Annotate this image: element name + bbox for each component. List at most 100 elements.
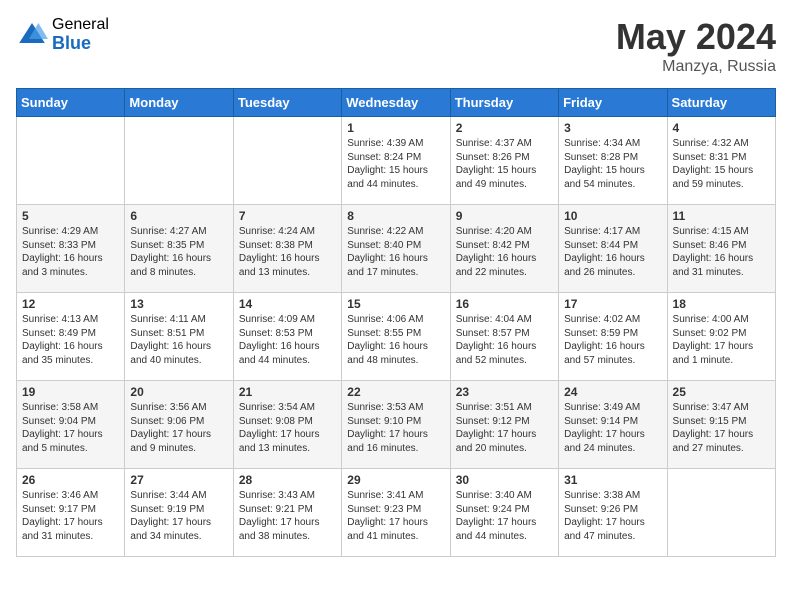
cell-sun-info: Sunrise: 4:13 AM Sunset: 8:49 PM Dayligh… bbox=[22, 313, 119, 367]
cell-sun-info: Sunrise: 4:11 AM Sunset: 8:51 PM Dayligh… bbox=[130, 313, 227, 367]
calendar-cell: 31 Sunrise: 3:38 AM Sunset: 9:26 PM Dayli… bbox=[559, 469, 667, 557]
cell-sun-info: Sunrise: 4:20 AM Sunset: 8:42 PM Dayligh… bbox=[456, 225, 553, 279]
cell-sun-info: Sunrise: 3:38 AM Sunset: 9:26 PM Dayligh… bbox=[564, 489, 661, 543]
cell-sun-info: Sunrise: 3:51 AM Sunset: 9:12 PM Dayligh… bbox=[456, 401, 553, 455]
cell-day-number: 14 bbox=[239, 297, 336, 311]
cell-day-number: 6 bbox=[130, 209, 227, 223]
cell-sun-info: Sunrise: 4:09 AM Sunset: 8:53 PM Dayligh… bbox=[239, 313, 336, 367]
cell-day-number: 16 bbox=[456, 297, 553, 311]
cell-sun-info: Sunrise: 3:54 AM Sunset: 9:08 PM Dayligh… bbox=[239, 401, 336, 455]
title-block: May 2024 Manzya, Russia bbox=[616, 16, 776, 76]
calendar-cell bbox=[233, 117, 341, 205]
cell-sun-info: Sunrise: 4:17 AM Sunset: 8:44 PM Dayligh… bbox=[564, 225, 661, 279]
cell-day-number: 1 bbox=[347, 121, 444, 135]
cell-day-number: 10 bbox=[564, 209, 661, 223]
calendar-cell bbox=[667, 469, 775, 557]
cell-sun-info: Sunrise: 4:00 AM Sunset: 9:02 PM Dayligh… bbox=[673, 313, 770, 367]
cell-day-number: 19 bbox=[22, 385, 119, 399]
page-location: Manzya, Russia bbox=[616, 58, 776, 76]
logo-blue: Blue bbox=[52, 34, 109, 54]
calendar-cell: 16 Sunrise: 4:04 AM Sunset: 8:57 PM Dayli… bbox=[450, 293, 558, 381]
calendar-cell: 24 Sunrise: 3:49 AM Sunset: 9:14 PM Dayli… bbox=[559, 381, 667, 469]
cell-sun-info: Sunrise: 3:47 AM Sunset: 9:15 PM Dayligh… bbox=[673, 401, 770, 455]
calendar-cell: 10 Sunrise: 4:17 AM Sunset: 8:44 PM Dayli… bbox=[559, 205, 667, 293]
calendar-cell: 26 Sunrise: 3:46 AM Sunset: 9:17 PM Dayli… bbox=[17, 469, 125, 557]
calendar-cell: 28Sunrise: 3:43 AM Sunset: 9:21 PM Dayli… bbox=[233, 469, 341, 557]
logo-text: General Blue bbox=[52, 16, 109, 53]
cell-day-number: 17 bbox=[564, 297, 661, 311]
logo-general: General bbox=[52, 16, 109, 34]
cell-sun-info: Sunrise: 4:15 AM Sunset: 8:46 PM Dayligh… bbox=[673, 225, 770, 279]
calendar-cell: 6 Sunrise: 4:27 AM Sunset: 8:35 PM Daylig… bbox=[125, 205, 233, 293]
cell-day-number: 7 bbox=[239, 209, 336, 223]
cell-sun-info: Sunrise: 4:37 AM Sunset: 8:26 PM Dayligh… bbox=[456, 137, 553, 191]
calendar-header-row: SundayMondayTuesdayWednesdayThursdayFrid… bbox=[17, 89, 776, 117]
cell-sun-info: Sunrise: 4:24 AM Sunset: 8:38 PM Dayligh… bbox=[239, 225, 336, 279]
logo-icon bbox=[16, 19, 48, 51]
calendar-cell: 21 Sunrise: 3:54 AM Sunset: 9:08 PM Dayli… bbox=[233, 381, 341, 469]
calendar-cell: 13 Sunrise: 4:11 AM Sunset: 8:51 PM Dayli… bbox=[125, 293, 233, 381]
cell-sun-info: Sunrise: 3:41 AM Sunset: 9:23 PM Dayligh… bbox=[347, 489, 444, 543]
cell-day-number: 13 bbox=[130, 297, 227, 311]
calendar-week-row: 1Sunrise: 4:39 AM Sunset: 8:24 PM Daylig… bbox=[17, 117, 776, 205]
page-title: May 2024 bbox=[616, 16, 776, 58]
cell-sun-info: Sunrise: 4:27 AM Sunset: 8:35 PM Dayligh… bbox=[130, 225, 227, 279]
cell-day-number: 2 bbox=[456, 121, 553, 135]
cell-sun-info: Sunrise: 3:40 AM Sunset: 9:24 PM Dayligh… bbox=[456, 489, 553, 543]
cell-day-number: 26 bbox=[22, 473, 119, 487]
logo: General Blue bbox=[16, 16, 109, 53]
calendar-week-row: 5Sunrise: 4:29 AM Sunset: 8:33 PM Daylig… bbox=[17, 205, 776, 293]
calendar-cell: 9 Sunrise: 4:20 AM Sunset: 8:42 PM Daylig… bbox=[450, 205, 558, 293]
cell-day-number: 24 bbox=[564, 385, 661, 399]
calendar-cell: 17Sunrise: 4:02 AM Sunset: 8:59 PM Dayli… bbox=[559, 293, 667, 381]
cell-sun-info: Sunrise: 3:58 AM Sunset: 9:04 PM Dayligh… bbox=[22, 401, 119, 455]
calendar-cell: 18 Sunrise: 4:00 AM Sunset: 9:02 PM Dayli… bbox=[667, 293, 775, 381]
cell-sun-info: Sunrise: 4:22 AM Sunset: 8:40 PM Dayligh… bbox=[347, 225, 444, 279]
cell-sun-info: Sunrise: 4:04 AM Sunset: 8:57 PM Dayligh… bbox=[456, 313, 553, 367]
cell-day-number: 31 bbox=[564, 473, 661, 487]
calendar-cell: 25 Sunrise: 3:47 AM Sunset: 9:15 PM Dayli… bbox=[667, 381, 775, 469]
calendar-cell bbox=[17, 117, 125, 205]
page-header: General Blue May 2024 Manzya, Russia bbox=[16, 16, 776, 76]
cell-day-number: 23 bbox=[456, 385, 553, 399]
calendar-cell: 30 Sunrise: 3:40 AM Sunset: 9:24 PM Dayli… bbox=[450, 469, 558, 557]
cell-sun-info: Sunrise: 3:46 AM Sunset: 9:17 PM Dayligh… bbox=[22, 489, 119, 543]
cell-day-number: 25 bbox=[673, 385, 770, 399]
cell-day-number: 22 bbox=[347, 385, 444, 399]
cell-day-number: 4 bbox=[673, 121, 770, 135]
cell-day-number: 15 bbox=[347, 297, 444, 311]
day-header-friday: Friday bbox=[559, 89, 667, 117]
cell-day-number: 18 bbox=[673, 297, 770, 311]
cell-day-number: 27 bbox=[130, 473, 227, 487]
cell-sun-info: Sunrise: 3:44 AM Sunset: 9:19 PM Dayligh… bbox=[130, 489, 227, 543]
day-header-tuesday: Tuesday bbox=[233, 89, 341, 117]
cell-sun-info: Sunrise: 3:56 AM Sunset: 9:06 PM Dayligh… bbox=[130, 401, 227, 455]
calendar-cell: 8Sunrise: 4:22 AM Sunset: 8:40 PM Daylig… bbox=[342, 205, 450, 293]
calendar-cell: 27 Sunrise: 3:44 AM Sunset: 9:19 PM Dayli… bbox=[125, 469, 233, 557]
calendar-cell: 4 Sunrise: 4:32 AM Sunset: 8:31 PM Daylig… bbox=[667, 117, 775, 205]
cell-day-number: 9 bbox=[456, 209, 553, 223]
calendar-cell: 15 Sunrise: 4:06 AM Sunset: 8:55 PM Dayli… bbox=[342, 293, 450, 381]
calendar-cell bbox=[125, 117, 233, 205]
calendar-week-row: 19 Sunrise: 3:58 AM Sunset: 9:04 PM Dayli… bbox=[17, 381, 776, 469]
day-header-sunday: Sunday bbox=[17, 89, 125, 117]
cell-sun-info: Sunrise: 4:06 AM Sunset: 8:55 PM Dayligh… bbox=[347, 313, 444, 367]
calendar-cell: 11Sunrise: 4:15 AM Sunset: 8:46 PM Dayli… bbox=[667, 205, 775, 293]
cell-sun-info: Sunrise: 3:43 AM Sunset: 9:21 PM Dayligh… bbox=[239, 489, 336, 543]
day-header-saturday: Saturday bbox=[667, 89, 775, 117]
cell-day-number: 3 bbox=[564, 121, 661, 135]
cell-sun-info: Sunrise: 3:53 AM Sunset: 9:10 PM Dayligh… bbox=[347, 401, 444, 455]
cell-day-number: 21 bbox=[239, 385, 336, 399]
cell-day-number: 20 bbox=[130, 385, 227, 399]
cell-sun-info: Sunrise: 4:29 AM Sunset: 8:33 PM Dayligh… bbox=[22, 225, 119, 279]
cell-sun-info: Sunrise: 4:32 AM Sunset: 8:31 PM Dayligh… bbox=[673, 137, 770, 191]
cell-day-number: 29 bbox=[347, 473, 444, 487]
calendar-cell: 1Sunrise: 4:39 AM Sunset: 8:24 PM Daylig… bbox=[342, 117, 450, 205]
calendar-cell: 2 Sunrise: 4:37 AM Sunset: 8:26 PM Daylig… bbox=[450, 117, 558, 205]
cell-sun-info: Sunrise: 4:34 AM Sunset: 8:28 PM Dayligh… bbox=[564, 137, 661, 191]
calendar-cell: 7 Sunrise: 4:24 AM Sunset: 8:38 PM Daylig… bbox=[233, 205, 341, 293]
cell-day-number: 30 bbox=[456, 473, 553, 487]
day-header-monday: Monday bbox=[125, 89, 233, 117]
cell-sun-info: Sunrise: 3:49 AM Sunset: 9:14 PM Dayligh… bbox=[564, 401, 661, 455]
calendar-week-row: 12Sunrise: 4:13 AM Sunset: 8:49 PM Dayli… bbox=[17, 293, 776, 381]
